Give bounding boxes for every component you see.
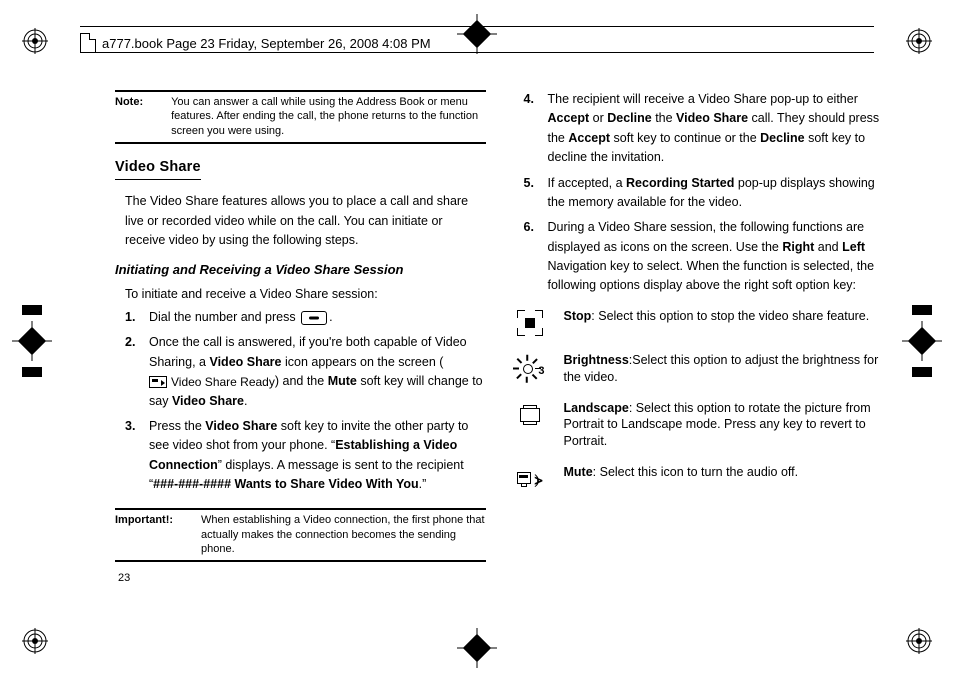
registration-mark-icon xyxy=(906,628,932,654)
step-3: 3. Press the Video Share soft key to inv… xyxy=(125,417,486,495)
step-6: 6. During a Video Share session, the fol… xyxy=(524,218,885,296)
section-intro: The Video Share features allows you to p… xyxy=(125,192,486,250)
steps-list-left: 1. Dial the number and press . 2. Once t… xyxy=(125,308,486,500)
step-2: 2. Once the call is answered, if you're … xyxy=(125,333,486,411)
page-icon xyxy=(80,33,96,53)
section-title: Video Share xyxy=(115,156,201,180)
landscape-icon xyxy=(514,400,546,430)
mute-icon: ⦔ xyxy=(514,464,546,494)
page-content: Note: You can answer a call while using … xyxy=(115,90,884,592)
icon-option-list: Stop: Select this option to stop the vid… xyxy=(514,308,885,508)
icon-row-landscape: Landscape: Select this option to rotate … xyxy=(514,400,885,451)
important-block: Important!: When establishing a Video co… xyxy=(115,508,486,562)
step-4: 4. The recipient will receive a Video Sh… xyxy=(524,90,885,168)
note-label: Note: xyxy=(115,95,143,138)
step-1: 1. Dial the number and press . xyxy=(125,308,486,327)
send-key-icon xyxy=(301,311,327,325)
icon-row-stop: Stop: Select this option to stop the vid… xyxy=(514,308,885,338)
important-body: When establishing a Video connection, th… xyxy=(173,513,485,556)
registration-mark-icon xyxy=(22,28,48,54)
column-right: 4. The recipient will receive a Video Sh… xyxy=(514,90,885,592)
note-block: Note: You can answer a call while using … xyxy=(115,90,486,144)
important-label: Important!: xyxy=(115,513,173,556)
steps-list-right: 4. The recipient will receive a Video Sh… xyxy=(524,90,885,302)
registration-mark-icon xyxy=(906,28,932,54)
video-share-ready-icon: Video Share Ready xyxy=(149,373,275,392)
step-5: 5. If accepted, a Recording Started pop-… xyxy=(524,174,885,213)
header-text: a777.book Page 23 Friday, September 26, … xyxy=(102,36,431,51)
stop-icon xyxy=(514,308,546,338)
crop-mark-bottom xyxy=(457,628,497,668)
icon-row-mute: ⦔ Mute: Select this icon to turn the aud… xyxy=(514,464,885,494)
brightness-icon: 3 xyxy=(514,352,546,382)
note-body: You can answer a call while using the Ad… xyxy=(143,95,485,138)
print-header: a777.book Page 23 Friday, September 26, … xyxy=(80,26,874,53)
icon-row-brightness: 3 Brightness:Select this option to adjus… xyxy=(514,352,885,386)
crop-mark-right xyxy=(902,305,942,377)
crop-mark-left xyxy=(12,305,52,377)
registration-mark-icon xyxy=(22,628,48,654)
column-left: Note: You can answer a call while using … xyxy=(115,90,486,592)
subsection-title: Initiating and Receiving a Video Share S… xyxy=(115,260,486,280)
header-rule xyxy=(80,52,874,53)
section-lead: To initiate and receive a Video Share se… xyxy=(125,285,486,304)
page-number: 23 xyxy=(118,572,130,584)
